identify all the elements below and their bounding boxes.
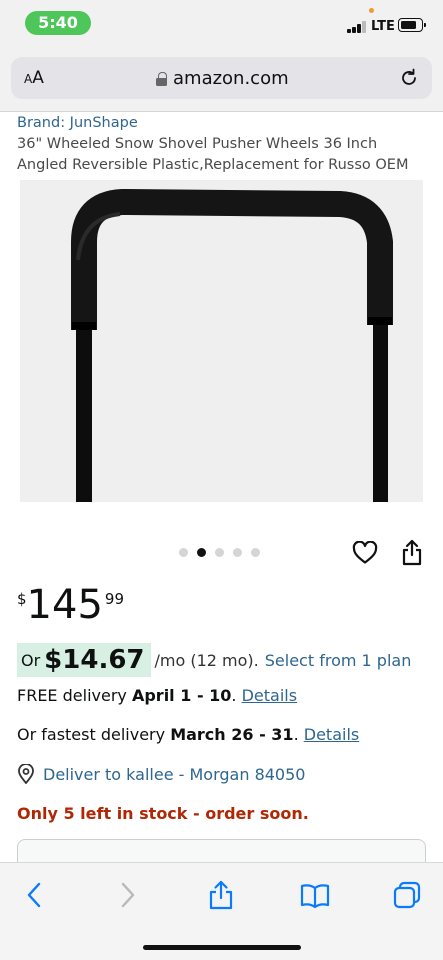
reload-icon[interactable]	[398, 67, 420, 89]
signal-icon	[347, 21, 367, 33]
fastest-delivery-text: Or fastest delivery	[17, 725, 171, 744]
price-currency: $	[17, 590, 27, 608]
brand-link[interactable]: Brand: JunShape	[17, 115, 138, 131]
installment-highlight: Or $14.67	[17, 643, 151, 677]
home-indicator	[143, 945, 301, 950]
product-image[interactable]	[20, 180, 423, 502]
heart-icon[interactable]	[352, 541, 378, 565]
status-bar: 5:40 LTE	[0, 0, 443, 46]
location-pin-icon	[18, 764, 34, 784]
browser-address-area: AA amazon.com	[0, 46, 443, 112]
network-label: LTE	[371, 19, 395, 34]
price-fraction: 99	[104, 590, 124, 608]
quantity-selector[interactable]	[17, 839, 426, 862]
camera-indicator-icon	[369, 8, 374, 13]
address-bar[interactable]: AA amazon.com	[11, 57, 432, 99]
price-whole: 145	[26, 582, 103, 628]
select-plan-link[interactable]: Select from 1 plan	[265, 651, 412, 670]
back-icon[interactable]	[20, 880, 50, 910]
carousel-dot[interactable]	[233, 548, 242, 557]
snow-shovel-handle-image	[20, 180, 423, 502]
share-icon[interactable]	[401, 539, 423, 566]
deliver-to-link[interactable]: Deliver to kallee - Morgan 84050	[43, 765, 305, 784]
image-carousel-dots[interactable]	[179, 548, 260, 557]
status-time: 5:40	[25, 11, 91, 35]
price: $ 145 99	[17, 582, 124, 628]
fastest-delivery-row: Or fastest delivery March 26 - 31. Detai…	[17, 725, 359, 744]
text-size-button[interactable]: AA	[24, 68, 44, 88]
installment-row: Or $14.67 /mo (12 mo). Select from 1 pla…	[17, 643, 411, 677]
carousel-dot[interactable]	[215, 548, 224, 557]
carousel-dot[interactable]	[179, 548, 188, 557]
fastest-delivery-details-link[interactable]: Details	[304, 725, 359, 744]
free-delivery-text: FREE delivery	[17, 686, 132, 705]
fastest-delivery-dates: March 26 - 31	[170, 725, 294, 744]
battery-icon	[398, 18, 426, 32]
carousel-dot[interactable]	[251, 548, 260, 557]
free-delivery-dates: April 1 - 10	[131, 686, 232, 705]
installment-term: /mo (12 mo).	[154, 650, 259, 670]
installment-prefix: Or	[21, 650, 41, 670]
lock-icon	[156, 71, 167, 86]
tabs-icon[interactable]	[392, 880, 422, 910]
free-delivery-details-link[interactable]: Details	[242, 686, 297, 705]
carousel-dot-active[interactable]	[197, 548, 206, 557]
browser-toolbar	[0, 862, 443, 960]
deliver-to-row[interactable]: Deliver to kallee - Morgan 84050	[17, 764, 305, 784]
bookmarks-icon[interactable]	[300, 880, 330, 910]
url-text: amazon.com	[173, 68, 289, 89]
installment-amount: $14.67	[44, 645, 145, 675]
toolbar-share-icon[interactable]	[206, 880, 236, 910]
free-delivery-period: .	[231, 686, 237, 705]
product-title: 36" Wheeled Snow Shovel Pusher Wheels 36…	[17, 136, 409, 173]
free-delivery-row: FREE delivery April 1 - 10. Details	[17, 686, 297, 705]
url-display[interactable]: amazon.com	[156, 68, 289, 89]
page-content: Brand: JunShape 36" Wheeled Snow Shovel …	[0, 112, 443, 862]
fastest-delivery-period: .	[293, 725, 299, 744]
stock-status: Only 5 left in stock - order soon.	[17, 804, 309, 823]
forward-icon[interactable]	[112, 880, 142, 910]
